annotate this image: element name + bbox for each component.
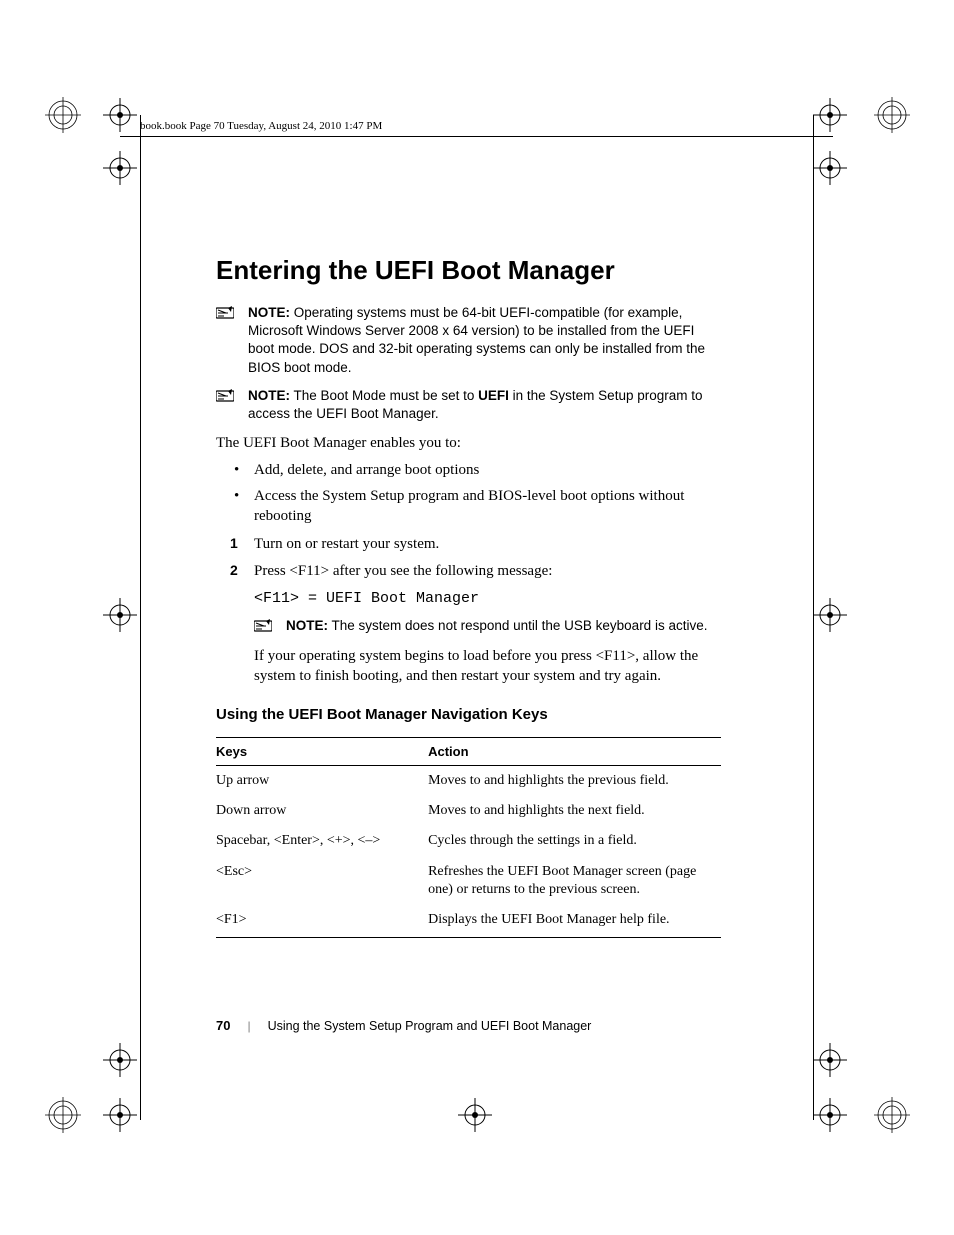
page-footer: 70 | Using the System Setup Program and … (216, 1018, 721, 1034)
note-text: NOTE: Operating systems must be 64-bit U… (248, 304, 721, 377)
crop-mark-icon (850, 1085, 910, 1145)
list-item: Add, delete, and arrange boot options (216, 460, 721, 480)
reg-mark-icon (100, 148, 140, 188)
note-icon (216, 306, 234, 320)
table-row: <F1> Displays the UEFI Boot Manager help… (216, 905, 721, 938)
cell-keys: <Esc> (216, 857, 428, 905)
reg-mark-icon (810, 148, 850, 188)
crop-line (140, 115, 141, 1120)
running-head: book.book Page 70 Tuesday, August 24, 20… (140, 120, 382, 132)
note-block-2: NOTE: The Boot Mode must be set to UEFI … (216, 387, 721, 423)
crop-line (813, 115, 814, 1120)
note-label: NOTE: (286, 618, 328, 633)
cell-keys: <F1> (216, 905, 428, 938)
reg-mark-icon (810, 595, 850, 635)
cell-keys: Down arrow (216, 796, 428, 826)
note-icon (254, 619, 272, 633)
note-label: NOTE: (248, 388, 290, 403)
note-body: The system does not respond until the US… (332, 618, 708, 633)
intro-paragraph: The UEFI Boot Manager enables you to: (216, 433, 721, 453)
reg-mark-icon (810, 95, 850, 135)
crop-mark-icon (45, 85, 105, 145)
note-label: NOTE: (248, 305, 290, 320)
crop-mark-icon (850, 85, 910, 145)
table-row: Spacebar, <Enter>, <+>, <–> Cycles throu… (216, 826, 721, 856)
step-item: Turn on or restart your system. (216, 534, 721, 555)
step-list: Turn on or restart your system. Press <F… (216, 534, 721, 582)
cell-action: Refreshes the UEFI Boot Manager screen (… (428, 857, 721, 905)
cell-action: Displays the UEFI Boot Manager help file… (428, 905, 721, 938)
footer-separator: | (248, 1018, 251, 1033)
navigation-keys-table: Keys Action Up arrow Moves to and highli… (216, 737, 721, 938)
cell-action: Moves to and highlights the previous fie… (428, 766, 721, 797)
step-item: Press <F11> after you see the following … (216, 561, 721, 582)
page-number: 70 (216, 1018, 230, 1033)
reg-mark-icon (100, 95, 140, 135)
table-header-action: Action (428, 738, 721, 766)
note-icon (216, 389, 234, 403)
list-item: Access the System Setup program and BIOS… (216, 486, 721, 527)
post-note-paragraph: If your operating system begins to load … (254, 646, 721, 687)
reg-mark-icon (810, 1095, 850, 1135)
crop-mark-icon (45, 1085, 105, 1145)
cell-action: Cycles through the settings in a field. (428, 826, 721, 856)
cell-keys: Spacebar, <Enter>, <+>, <–> (216, 826, 428, 856)
note-body: Operating systems must be 64-bit UEFI-co… (248, 305, 705, 375)
chapter-title: Using the System Setup Program and UEFI … (268, 1019, 592, 1033)
note-body-a: The Boot Mode must be set to (294, 388, 479, 403)
code-line: <F11> = UEFI Boot Manager (254, 590, 721, 607)
table-row: Up arrow Moves to and highlights the pre… (216, 766, 721, 797)
reg-mark-icon (100, 1095, 140, 1135)
table-header-keys: Keys (216, 738, 428, 766)
section-heading: Using the UEFI Boot Manager Navigation K… (216, 706, 721, 723)
reg-mark-icon (455, 1095, 495, 1135)
bullet-list: Add, delete, and arrange boot options Ac… (216, 460, 721, 527)
reg-mark-icon (810, 1040, 850, 1080)
table-row: Down arrow Moves to and highlights the n… (216, 796, 721, 826)
note-text: NOTE: The Boot Mode must be set to UEFI … (248, 387, 721, 423)
cell-keys: Up arrow (216, 766, 428, 797)
reg-mark-icon (100, 1040, 140, 1080)
page-content: Entering the UEFI Boot Manager NOTE: Ope… (216, 255, 721, 938)
cell-action: Moves to and highlights the next field. (428, 796, 721, 826)
note-block-1: NOTE: Operating systems must be 64-bit U… (216, 304, 721, 377)
crop-line (120, 136, 833, 137)
note-block-3: NOTE: The system does not respond until … (254, 617, 721, 635)
note-text: NOTE: The system does not respond until … (286, 617, 721, 635)
note-body-b: UEFI (478, 388, 509, 403)
table-row: <Esc> Refreshes the UEFI Boot Manager sc… (216, 857, 721, 905)
reg-mark-icon (100, 595, 140, 635)
page-title: Entering the UEFI Boot Manager (216, 255, 721, 286)
